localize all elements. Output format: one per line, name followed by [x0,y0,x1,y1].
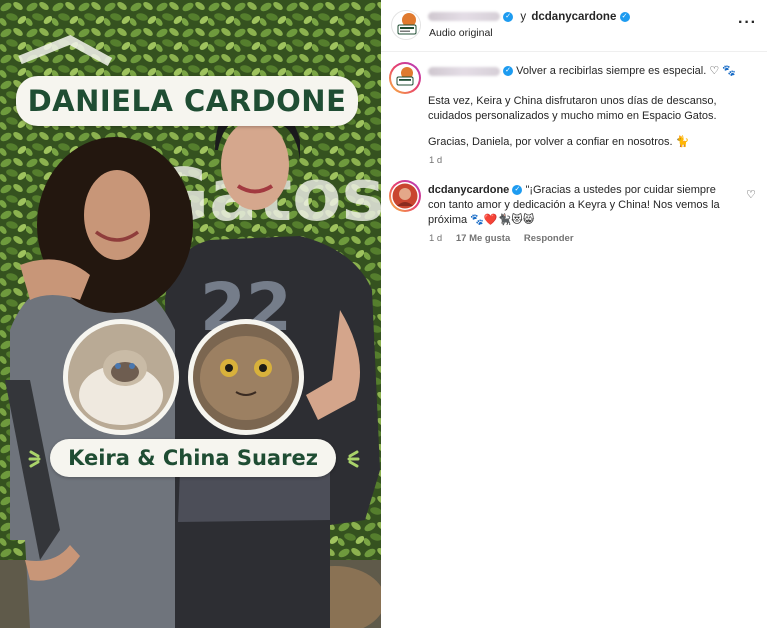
sparkle-right-icon [347,450,360,468]
cat-names-banner: Keira & China Suarez [50,439,336,477]
caption-timestamp[interactable]: 1 d [429,155,442,166]
reply-timestamp[interactable]: 1 d [429,233,442,244]
reply-username[interactable]: dcdanycardone [428,184,509,196]
like-heart-icon[interactable]: ♡ [746,188,756,201]
author-separator: y [520,11,527,23]
coauthor-username[interactable]: dcdanycardone [531,11,616,23]
espacio-gatos-logo-icon [391,64,419,92]
reply-button[interactable]: Responder [524,233,574,244]
verified-badge-icon: ✓ [503,66,514,77]
reply-meta: 1 d 17 Me gusta Responder [429,233,585,244]
caption-paragraph-1: Esta vez, Keira y China disfrutaron unos… [428,95,717,122]
sparkle-left-icon [28,450,41,468]
reply-avatar[interactable] [389,180,421,212]
header-authors: ✓ y dcdanycardone ✓ [428,11,630,23]
account-avatar[interactable] [391,10,421,40]
caption-line1-text: Volver a recibirlas siempre es especial.… [516,65,736,77]
title-banner-text: DANIELA CARDONE [27,84,347,118]
blurred-username[interactable] [428,66,500,76]
reply-comment: dcdanycardone ✓ "¡Gracias a ustedes por … [428,183,734,228]
verified-badge-icon: ✓ [619,11,630,22]
audio-link[interactable]: Audio original [429,27,493,39]
verified-badge-icon: ✓ [503,11,514,22]
caption-first-line: ✓ Volver a recibirlas siempre es especia… [428,64,736,77]
cat-names-text: Keira & China Suarez [68,446,318,470]
profile-photo-icon [391,182,419,210]
caption-avatar[interactable] [389,62,421,94]
caption-paragraph-2: Gracias, Daniela, por volver a confiar e… [428,136,690,148]
verified-badge-icon: ✓ [512,185,523,196]
reply-likes-count[interactable]: 17 Me gusta [456,233,510,244]
espacio-gatos-logo-icon [393,12,420,39]
title-banner: DANIELA CARDONE [16,76,358,126]
post-image[interactable]: Gatos 22 [0,0,381,628]
post-header: ✓ y dcdanycardone ✓ Audio original ··· [381,0,767,52]
post-panel: ✓ y dcdanycardone ✓ Audio original ··· ✓… [381,0,767,628]
blurred-username[interactable] [428,12,500,22]
more-horizontal-icon[interactable]: ··· [738,14,757,32]
